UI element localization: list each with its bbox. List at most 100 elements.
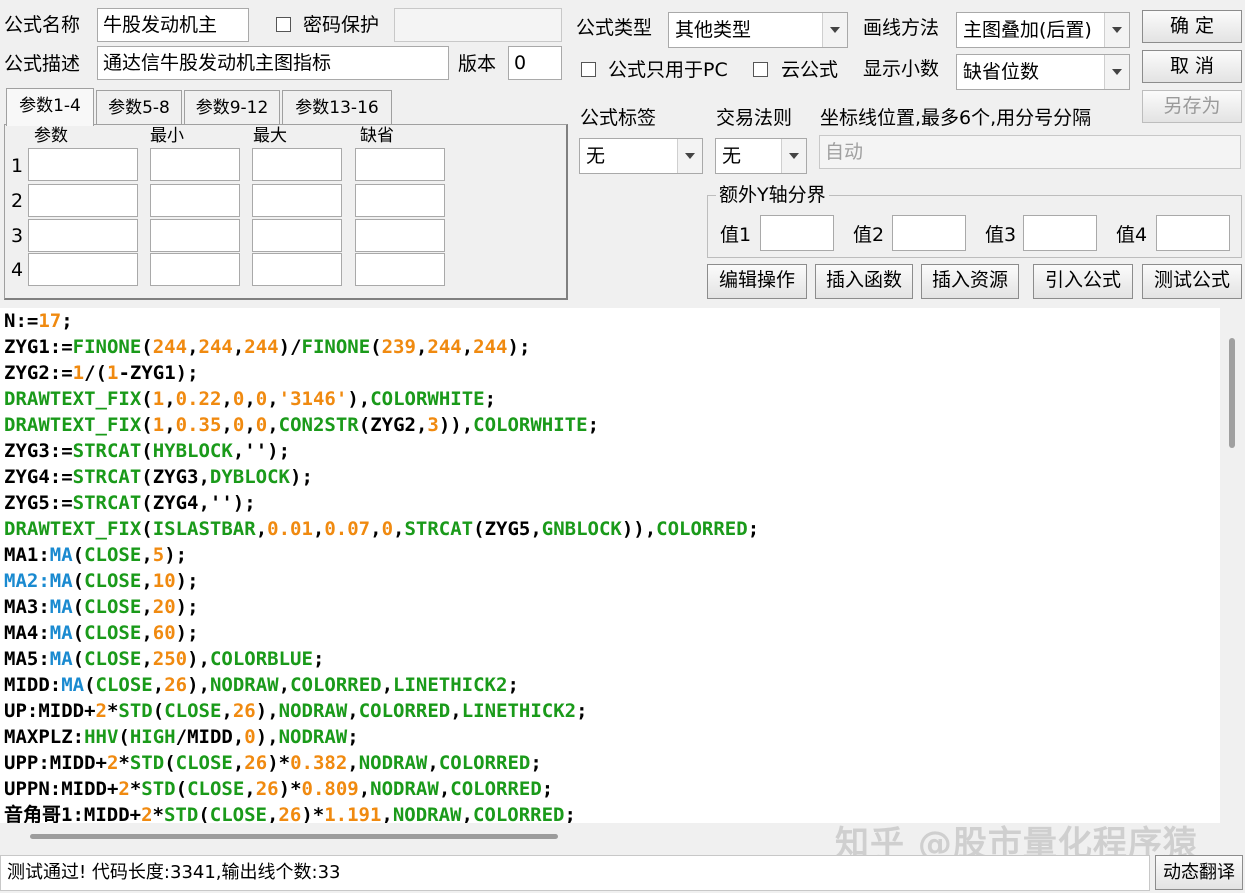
code-token: 1 <box>72 362 85 384</box>
code-token: , <box>141 544 153 566</box>
insert-resource-button[interactable]: 插入资源 <box>921 264 1019 299</box>
code-token: , <box>221 414 233 436</box>
code-token: ; <box>507 674 519 696</box>
formula-name-label: 公式名称 <box>4 14 81 36</box>
param-min-input[interactable] <box>150 219 240 252</box>
import-formula-button[interactable]: 引入公式 <box>1033 264 1133 299</box>
dynamic-translate-button[interactable]: 动态翻译 <box>1155 855 1243 890</box>
cancel-button[interactable]: 取 消 <box>1142 50 1242 83</box>
formula-tag-select[interactable]: 无 <box>579 138 703 174</box>
param-row-number: 2 <box>11 190 24 212</box>
code-token: COLORWHITE <box>370 388 485 410</box>
code-token: 0 <box>232 414 245 436</box>
code-line: MAXPLZ:HHV(HIGH/MIDD,0),NODRAW; <box>4 724 359 750</box>
ok-button[interactable]: 确 定 <box>1142 10 1242 43</box>
tab-params-1-4[interactable]: 参数1-4 <box>6 88 94 126</box>
horizontal-scrollbar-thumb[interactable] <box>30 834 558 839</box>
param-name-input[interactable] <box>28 148 138 181</box>
insert-function-button[interactable]: 插入函数 <box>815 264 913 299</box>
param-min-input[interactable] <box>150 253 240 286</box>
y-value-3-label: 值3 <box>985 224 1017 246</box>
y-value-1-input[interactable] <box>760 215 834 251</box>
code-token: , <box>381 674 394 696</box>
code-token: COLORRED <box>290 674 382 696</box>
code-token: 244 <box>198 336 233 358</box>
code-token: ( <box>141 518 153 540</box>
code-token: * <box>118 752 130 774</box>
test-formula-button[interactable]: 测试公式 <box>1142 264 1242 299</box>
param-default-input[interactable] <box>355 184 445 217</box>
code-token: ; <box>587 414 600 436</box>
formula-type-select[interactable]: 其他类型 <box>668 12 848 48</box>
code-token: )* <box>278 778 302 800</box>
code-token: GNBLOCK <box>541 518 622 540</box>
edit-ops-button[interactable]: 编辑操作 <box>707 264 807 299</box>
y-value-3-input[interactable] <box>1023 215 1097 251</box>
password-protect-checkbox[interactable] <box>276 17 291 32</box>
code-token: 0 <box>244 726 256 748</box>
code-token: ), <box>187 648 210 670</box>
formula-desc-label: 公式描述 <box>4 53 81 75</box>
formula-tag-value: 无 <box>586 145 606 167</box>
param-min-input[interactable] <box>150 184 240 217</box>
password-input[interactable] <box>394 8 562 42</box>
code-token: 0.22 <box>175 388 222 410</box>
code-token: , <box>278 674 291 696</box>
vertical-scrollbar-thumb[interactable] <box>1229 338 1235 448</box>
decimal-select[interactable]: 缺省位数 <box>956 54 1130 90</box>
code-token: ZYG1:= <box>4 336 73 358</box>
param-default-input[interactable] <box>355 253 445 286</box>
y-value-4-input[interactable] <box>1156 215 1230 251</box>
draw-method-select[interactable]: 主图叠加(后置) <box>956 12 1130 48</box>
tab-params-9-12[interactable]: 参数9-12 <box>184 90 280 124</box>
code-token: 0 <box>255 388 268 410</box>
param-name-input[interactable] <box>28 219 138 252</box>
code-token: ; <box>484 388 497 410</box>
code-token: , <box>244 388 256 410</box>
pc-only-checkbox[interactable] <box>581 62 596 77</box>
formula-desc-input[interactable]: 通达信牛股发动机主图指标 <box>97 46 449 80</box>
save-as-button[interactable]: 另存为 <box>1142 90 1242 123</box>
param-name-input[interactable] <box>28 184 138 217</box>
formula-name-input[interactable]: 牛股发动机主 <box>97 8 249 42</box>
code-token: STD <box>129 752 165 774</box>
code-token: /( <box>84 362 107 384</box>
code-token: , <box>221 700 233 722</box>
code-token: COLORRED <box>450 778 542 800</box>
code-token: ( <box>72 596 85 618</box>
code-token: ( <box>198 804 210 823</box>
chevron-down-icon <box>677 139 702 173</box>
tab-params-13-16[interactable]: 参数13-16 <box>282 90 392 124</box>
param-max-input[interactable] <box>252 253 342 286</box>
code-token: UPPN:MIDD+ <box>4 778 119 800</box>
code-token: 26 <box>255 778 279 800</box>
code-token: 0 <box>381 518 394 540</box>
param-max-input[interactable] <box>252 184 342 217</box>
param-default-input[interactable] <box>355 219 445 252</box>
code-editor[interactable]: N:=17; ZYG1:=FINONE(244,244,244)/FINONE(2… <box>0 308 1220 823</box>
param-max-input[interactable] <box>252 148 342 181</box>
cloud-formula-checkbox[interactable] <box>753 62 768 77</box>
param-max-input[interactable] <box>252 219 342 252</box>
y-value-2-input[interactable] <box>892 215 966 251</box>
code-token: 250 <box>152 648 188 670</box>
param-name-input[interactable] <box>28 253 138 286</box>
code-line: MIDD:MA(CLOSE,26),NODRAW,COLORRED,LINETH… <box>4 672 519 698</box>
axis-position-input[interactable]: 自动 <box>819 135 1241 169</box>
code-token: ( <box>72 544 85 566</box>
version-input[interactable]: 0 <box>508 46 562 80</box>
code-token: , <box>244 414 256 436</box>
pc-only-label: 公式只用于PC <box>608 59 728 81</box>
code-token: STRCAT <box>72 440 142 462</box>
code-token: CLOSE <box>175 752 233 774</box>
trade-rule-select[interactable]: 无 <box>715 138 807 174</box>
param-col-min: 最小 <box>150 126 184 146</box>
param-min-input[interactable] <box>150 148 240 181</box>
param-default-input[interactable] <box>355 148 445 181</box>
code-token: NODRAW <box>358 752 428 774</box>
y-value-1-label: 值1 <box>720 224 752 246</box>
tab-params-5-8[interactable]: 参数5-8 <box>96 90 182 124</box>
param-col-max: 最大 <box>253 126 287 146</box>
param-row-number: 1 <box>11 155 24 177</box>
code-token: ,''); <box>232 440 291 462</box>
